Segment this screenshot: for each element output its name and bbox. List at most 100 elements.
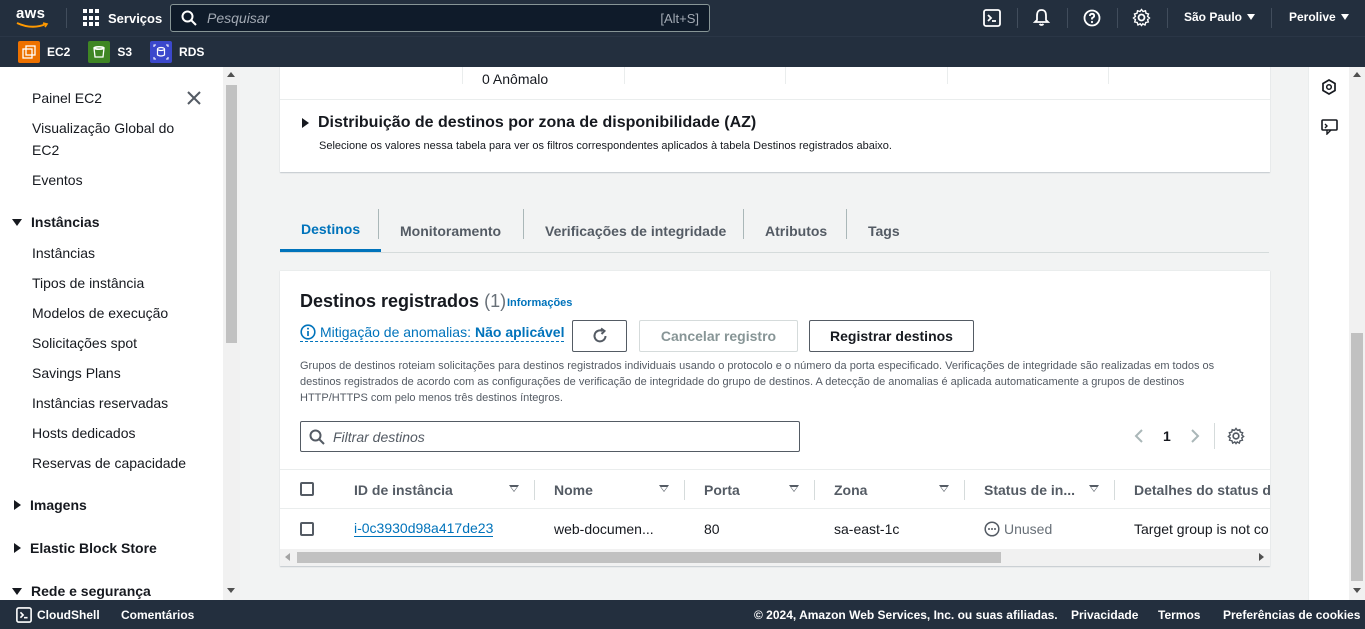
sort-icon[interactable] (939, 485, 949, 492)
services-menu-button[interactable]: Serviços (83, 9, 162, 27)
cloudshell-link[interactable]: CloudShell (37, 608, 100, 622)
column-header[interactable]: ID de instância (354, 482, 453, 498)
registered-description: Grupos de destinos roteiam solicitações … (300, 360, 1215, 404)
sidebar-item-tipos[interactable]: Tipos de instância (32, 275, 144, 291)
comments-link[interactable]: Comentários (121, 608, 194, 622)
favorite-label: RDS (179, 45, 205, 59)
caret-down-icon (1247, 14, 1256, 20)
grid-icon (83, 9, 101, 27)
sidebar-item-painel-ec2[interactable]: Painel EC2 (32, 90, 102, 106)
column-header[interactable]: Porta (704, 482, 740, 498)
tab-destinos[interactable]: Destinos (280, 208, 382, 252)
chevron-left-icon[interactable] (1133, 428, 1145, 444)
favorite-s3[interactable]: S3 (88, 41, 132, 63)
sidebar-scrollbar[interactable] (223, 67, 240, 600)
sidebar-item-global-view[interactable]: Visualização Global do (32, 120, 174, 136)
scroll-up-icon[interactable] (1353, 72, 1361, 77)
caret-right-icon (14, 500, 21, 510)
favorite-rds[interactable]: RDS (150, 41, 204, 63)
anomalous-count: 0 Anômalo (482, 71, 549, 87)
sidebar-section-imagens[interactable]: Imagens (12, 497, 87, 513)
filter-placeholder: Filtrar destinos (333, 428, 425, 445)
instance-id-link[interactable]: i-0c3930d98a417de23 (354, 521, 494, 537)
sidebar-item-modelos[interactable]: Modelos de execução (32, 305, 168, 321)
cookie-preferences-link[interactable]: Preferências de cookies (1223, 608, 1360, 622)
sidebar-item-eventos[interactable]: Eventos (32, 172, 83, 188)
section-label: Elastic Block Store (30, 540, 157, 556)
health-status: Unused (984, 521, 1052, 537)
status-unused-icon (984, 521, 1000, 537)
az-distribution-toggle[interactable]: Distribuição de destinos por zona de dis… (302, 114, 756, 132)
tab-verificacoes[interactable]: Verificações de integridade (524, 208, 747, 253)
sidebar-scroll-thumb[interactable] (226, 85, 237, 343)
rds-icon (150, 41, 173, 63)
select-all-checkbox[interactable] (300, 482, 314, 496)
column-header[interactable]: Detalhes do status de (1134, 482, 1270, 498)
search-input[interactable]: Pesquisar [Alt+S] (170, 4, 710, 32)
chevron-right-icon[interactable] (1189, 428, 1201, 444)
account-label: Perolive (1289, 10, 1336, 24)
gear-icon[interactable] (1132, 8, 1151, 27)
mitigation-value: Não aplicável (474, 324, 565, 340)
sidebar-section-instancias[interactable]: Instâncias (12, 214, 99, 230)
info-icon (300, 324, 316, 340)
column-header[interactable]: Nome (554, 482, 593, 498)
search-icon (309, 429, 325, 445)
account-menu[interactable]: Perolive (1289, 10, 1349, 24)
table-horizontal-scrollbar[interactable] (280, 549, 1270, 566)
cloudshell-icon[interactable] (983, 9, 1001, 27)
row-checkbox[interactable] (300, 522, 314, 536)
sidebar-item-hosts[interactable]: Hosts dedicados (32, 425, 136, 441)
refresh-button[interactable] (572, 320, 627, 352)
caret-down-icon (12, 218, 22, 226)
privacy-link[interactable]: Privacidade (1071, 608, 1138, 622)
sidebar-item-savings[interactable]: Savings Plans (32, 365, 121, 381)
main-scrollbar[interactable] (1349, 67, 1365, 600)
tab-monitoramento[interactable]: Monitoramento (379, 208, 522, 253)
scroll-down-icon[interactable] (227, 588, 235, 593)
sort-icon[interactable] (659, 485, 669, 492)
aws-logo[interactable]: aws (16, 5, 50, 31)
terms-link[interactable]: Termos (1158, 608, 1200, 622)
help-icon[interactable] (1083, 9, 1101, 27)
feedback-icon[interactable] (1321, 119, 1338, 135)
tab-atributos[interactable]: Atributos (744, 208, 848, 253)
sidebar-section-rede[interactable]: Rede e segurança (12, 583, 151, 599)
cloudshell-icon[interactable] (16, 607, 32, 623)
register-targets-button[interactable]: Registrar destinos (809, 320, 974, 352)
sidebar-item-global-view-cont[interactable]: EC2 (32, 142, 59, 158)
region-selector[interactable]: São Paulo (1184, 10, 1256, 24)
sidebar-item-spot[interactable]: Solicitações spot (32, 335, 137, 351)
sort-icon[interactable] (1089, 485, 1099, 492)
sort-icon[interactable] (509, 485, 519, 492)
column-header[interactable]: Zona (834, 482, 867, 498)
sidebar-item-reservadas[interactable]: Instâncias reservadas (32, 395, 168, 411)
bell-icon[interactable] (1032, 8, 1051, 27)
tab-tags[interactable]: Tags (847, 208, 921, 253)
services-label: Serviços (108, 10, 163, 26)
hexagon-info-icon[interactable] (1321, 79, 1337, 95)
column-header[interactable]: Status de in... (984, 482, 1075, 498)
scroll-right-icon[interactable] (1259, 553, 1264, 561)
page-number[interactable]: 1 (1163, 428, 1171, 444)
status-details: Target group is not co (1134, 521, 1269, 537)
caret-right-icon (14, 543, 21, 553)
info-link[interactable]: Informações (507, 297, 572, 309)
favorite-ec2[interactable]: EC2 (18, 41, 70, 63)
sidebar-section-ebs[interactable]: Elastic Block Store (12, 540, 157, 556)
table-header: ID de instância Nome Porta Zona Status d… (280, 469, 1270, 509)
cancel-registration-button[interactable]: Cancelar registro (639, 320, 798, 352)
copyright: © 2024, Amazon Web Services, Inc. ou sua… (754, 608, 1058, 622)
close-icon[interactable] (186, 90, 202, 106)
anomaly-mitigation-link[interactable]: Mitigação de anomalias: Não aplicável (300, 324, 565, 342)
filter-targets-input[interactable]: Filtrar destinos (300, 421, 800, 452)
sidebar-item-instancias[interactable]: Instâncias (32, 245, 95, 261)
scroll-up-icon[interactable] (227, 72, 235, 77)
scroll-left-icon[interactable] (285, 553, 290, 561)
main-scroll-thumb[interactable] (1351, 333, 1363, 581)
scroll-down-icon[interactable] (1353, 588, 1361, 593)
table-scroll-thumb[interactable] (297, 552, 1001, 563)
settings-gear-icon[interactable] (1227, 427, 1245, 445)
sidebar-item-reservas[interactable]: Reservas de capacidade (32, 455, 186, 471)
sort-icon[interactable] (789, 485, 799, 492)
